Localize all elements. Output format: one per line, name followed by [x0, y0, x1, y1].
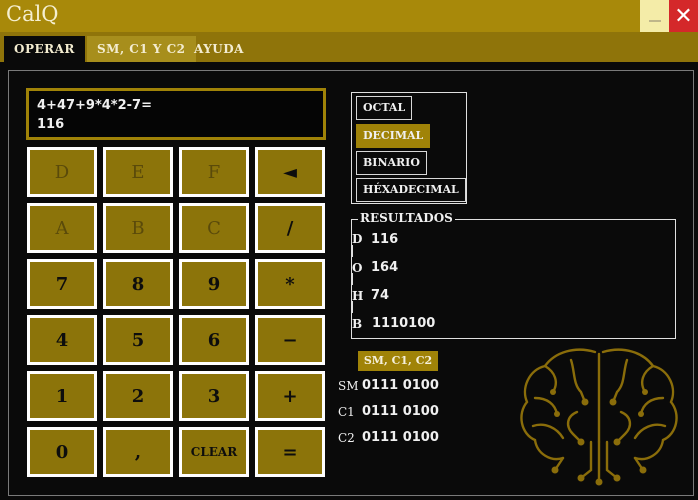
c2-label: C2: [338, 431, 355, 445]
key-7[interactable]: 7: [27, 259, 97, 309]
key-a[interactable]: A: [27, 203, 97, 253]
backspace-key[interactable]: ◄: [255, 147, 325, 197]
brain-circuit-icon: [520, 348, 678, 486]
base-hexadecimal-button[interactable]: HÉXADECIMAL: [356, 178, 466, 202]
key-e[interactable]: E: [103, 147, 173, 197]
c2-value: 0111 0100: [362, 430, 439, 445]
c1-value: 0111 0100: [362, 404, 439, 419]
key-6[interactable]: 6: [179, 315, 249, 365]
divider: [352, 245, 353, 257]
key-4[interactable]: 4: [27, 315, 97, 365]
result-label-b: B: [352, 317, 363, 331]
result-label-d: D: [352, 232, 363, 246]
key-multiply[interactable]: *: [255, 259, 325, 309]
result-decimal-value: 116: [371, 232, 399, 247]
key-0[interactable]: 0: [27, 427, 97, 477]
result-octal-value: 164: [371, 260, 399, 275]
clear-key[interactable]: CLEAR: [179, 427, 249, 477]
app-title: CalQ: [6, 2, 59, 26]
result-binary-value: 1110100: [372, 316, 436, 331]
calculator-display: 4+47+9*4*2-7= 116: [26, 88, 326, 140]
key-8[interactable]: 8: [103, 259, 173, 309]
backspace-icon: ◄: [283, 161, 297, 183]
result-hex-value: 74: [371, 288, 390, 303]
key-1[interactable]: 1: [27, 371, 97, 421]
c1-label: C1: [338, 405, 355, 419]
base-decimal-button[interactable]: DECIMAL: [356, 124, 431, 148]
key-5[interactable]: 5: [103, 315, 173, 365]
key-minus[interactable]: −: [255, 315, 325, 365]
key-9[interactable]: 9: [179, 259, 249, 309]
minimize-button[interactable]: [640, 0, 669, 32]
minimize-icon: [648, 20, 661, 22]
close-icon: ✕: [674, 3, 693, 29]
base-octal-button[interactable]: OCTAL: [356, 96, 413, 120]
results-legend: RESULTADOS: [358, 211, 455, 225]
menu-sm-c1-c2[interactable]: SM, C1 Y C2: [87, 36, 196, 62]
key-d[interactable]: D: [27, 147, 97, 197]
key-c[interactable]: C: [179, 203, 249, 253]
base-binario-button[interactable]: BINARIO: [356, 151, 427, 175]
menu-operar[interactable]: OPERAR: [4, 36, 85, 62]
result-label-h: H: [352, 289, 364, 303]
sm-value: 0111 0100: [362, 378, 439, 393]
sm-label: SM: [338, 379, 359, 393]
menu-ayuda[interactable]: AYUDA: [184, 36, 254, 62]
display-result: 116: [37, 117, 65, 132]
display-expression: 4+47+9*4*2-7=: [37, 98, 152, 113]
menu-bar: OPERAR SM, C1 Y C2 AYUDA: [0, 32, 698, 62]
key-2[interactable]: 2: [103, 371, 173, 421]
key-comma[interactable]: ,: [103, 427, 173, 477]
key-f[interactable]: F: [179, 147, 249, 197]
close-button[interactable]: ✕: [669, 0, 698, 32]
key-divide[interactable]: /: [255, 203, 325, 253]
key-equals[interactable]: =: [255, 427, 325, 477]
key-b[interactable]: B: [103, 203, 173, 253]
key-3[interactable]: 3: [179, 371, 249, 421]
result-label-o: O: [352, 261, 363, 275]
title-bar: CalQ ✕: [0, 0, 698, 32]
sm-c1-c2-button[interactable]: SM, C1, C2: [358, 351, 438, 371]
key-plus[interactable]: +: [255, 371, 325, 421]
